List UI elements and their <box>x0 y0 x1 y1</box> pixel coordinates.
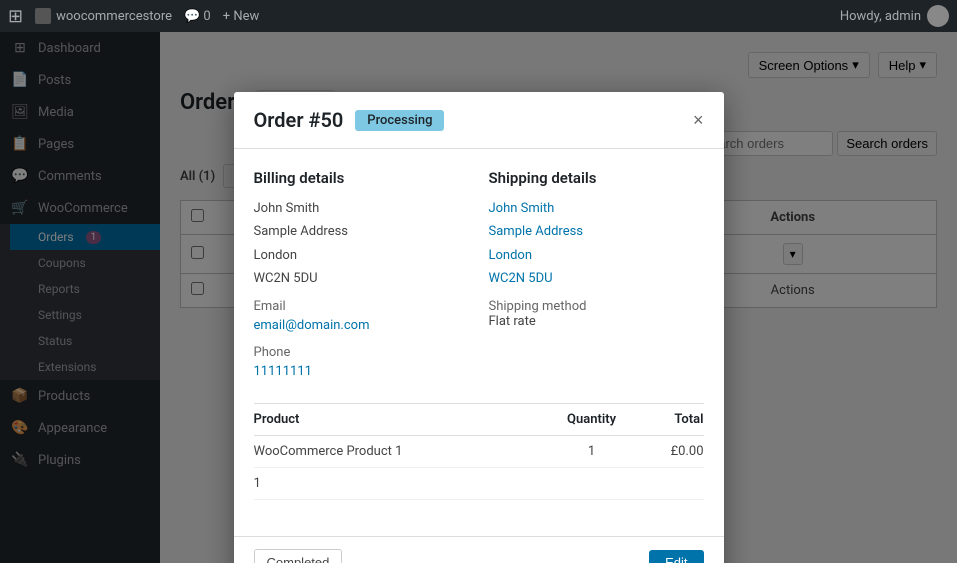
completed-button[interactable]: Completed <box>254 549 343 563</box>
product-meta: 1 <box>254 468 544 500</box>
shipping-method-label: Shipping method <box>489 299 704 314</box>
wp-logo-icon: ⊞ <box>8 6 23 27</box>
modal-overlay: Order #50 Processing × Billing details J… <box>0 32 957 563</box>
product-meta-row: 1 <box>254 468 704 500</box>
shipping-city[interactable]: London <box>489 244 704 267</box>
modal-header: Order #50 Processing × <box>234 92 724 149</box>
shipping-title: Shipping details <box>489 169 704 187</box>
email-label: Email <box>254 299 469 314</box>
comments-link[interactable]: 💬 0 <box>184 9 211 24</box>
howdy-text[interactable]: Howdy, admin <box>840 5 949 27</box>
edit-button[interactable]: Edit <box>649 550 703 563</box>
col-product-header: Product <box>254 404 544 436</box>
product-total: £0.00 <box>639 436 703 468</box>
modal-close-button[interactable]: × <box>693 111 704 129</box>
shipping-name[interactable]: John Smith <box>489 197 704 220</box>
shipping-method: Flat rate <box>489 314 704 329</box>
billing-city: London <box>254 244 469 267</box>
avatar <box>927 5 949 27</box>
shipping-postcode[interactable]: WC2N 5DU <box>489 267 704 290</box>
phone-label: Phone <box>254 345 469 360</box>
shipping-details: Shipping details John Smith Sample Addre… <box>489 169 704 383</box>
modal-title: Order #50 <box>254 108 344 132</box>
billing-name: John Smith <box>254 197 469 220</box>
billing-email[interactable]: email@domain.com <box>254 314 469 337</box>
product-table: Product Quantity Total WooCommerce Produ… <box>254 403 704 500</box>
billing-postcode: WC2N 5DU <box>254 267 469 290</box>
site-name-text: woocommercestore <box>56 9 172 24</box>
comments-text: 💬 0 <box>184 9 211 24</box>
details-row: Billing details John Smith Sample Addres… <box>254 169 704 383</box>
order-modal: Order #50 Processing × Billing details J… <box>234 92 724 563</box>
modal-footer: Completed Edit <box>234 536 724 563</box>
billing-title: Billing details <box>254 169 469 187</box>
product-name: WooCommerce Product 1 <box>254 436 544 468</box>
billing-address: Sample Address <box>254 220 469 243</box>
shipping-address[interactable]: Sample Address <box>489 220 704 243</box>
site-name[interactable]: woocommercestore <box>35 8 172 24</box>
billing-details: Billing details John Smith Sample Addres… <box>254 169 469 383</box>
billing-phone[interactable]: 11111111 <box>254 360 469 383</box>
new-menu[interactable]: + New <box>223 9 260 24</box>
status-badge: Processing <box>355 110 444 131</box>
product-qty: 1 <box>544 436 640 468</box>
product-row: WooCommerce Product 1 1 £0.00 <box>254 436 704 468</box>
col-quantity-header: Quantity <box>544 404 640 436</box>
col-total-header: Total <box>639 404 703 436</box>
modal-body: Billing details John Smith Sample Addres… <box>234 149 724 536</box>
admin-bar-right: Howdy, admin <box>840 5 949 27</box>
admin-bar: ⊞ woocommercestore 💬 0 + New Howdy, admi… <box>0 0 957 32</box>
site-icon <box>35 8 51 24</box>
